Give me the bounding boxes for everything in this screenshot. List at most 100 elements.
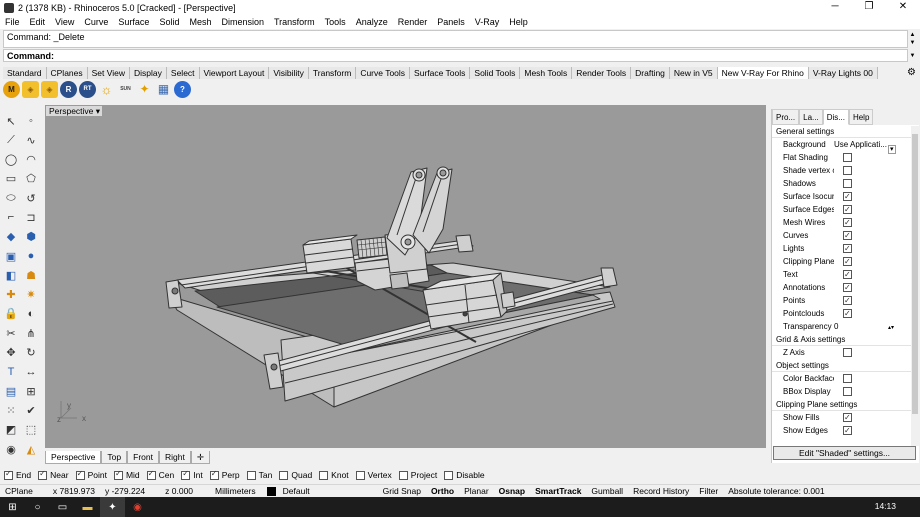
vray-options-icon[interactable]: M	[3, 80, 20, 98]
edit-shaded-settings-button[interactable]: Edit "Shaded" settings...	[773, 446, 916, 460]
osnap-disable-checkbox[interactable]	[444, 470, 454, 480]
background-select[interactable]: Use Applicati...▾	[834, 138, 904, 154]
close-button[interactable]: ✕	[886, 0, 920, 15]
tab-new-vray-for-rhino[interactable]: New V-Ray For Rhino	[717, 67, 809, 79]
file-explorer-icon[interactable]: ▬	[75, 497, 100, 517]
viewport-menu-arrow-icon[interactable]: ▾	[96, 106, 100, 116]
tab-select[interactable]: Select	[166, 67, 200, 79]
lights-checkbox[interactable]	[843, 242, 852, 255]
polyline-icon[interactable]: ⟋	[2, 131, 20, 149]
curve-icon[interactable]: ∿	[22, 131, 40, 149]
tab-curve-tools[interactable]: Curve Tools	[356, 67, 411, 79]
osnap-point-checkbox[interactable]	[75, 469, 85, 480]
units-label[interactable]: Millimeters	[210, 486, 261, 496]
transparency-spinner-icon[interactable]: ▴▾	[888, 325, 894, 331]
menu-solid[interactable]: Solid	[154, 17, 184, 27]
osnap-vertex-checkbox[interactable]	[355, 470, 365, 480]
surface-icon[interactable]: ◆	[2, 228, 20, 246]
menu-view[interactable]: View	[50, 17, 79, 27]
frame-buffer-icon[interactable]: ▦	[155, 81, 172, 98]
menu-surface[interactable]: Surface	[113, 17, 154, 27]
render-preview-icon[interactable]: ◉	[2, 440, 20, 458]
command-prompt[interactable]: Command:	[3, 49, 908, 62]
flat-shading-checkbox[interactable]	[843, 153, 852, 163]
command-dropdown-arrow[interactable]: ▼	[908, 50, 917, 62]
osnap-knot[interactable]: Knot	[319, 470, 349, 480]
menu-vray[interactable]: V-Ray	[470, 17, 505, 27]
tab-viewport-layout[interactable]: Viewport Layout	[199, 67, 270, 79]
osnap-quad[interactable]: Quad	[279, 470, 312, 480]
rt-render-icon[interactable]: RT	[79, 80, 96, 98]
osnap-vertex[interactable]: Vertex	[355, 470, 392, 480]
viewport-tab-right[interactable]: Right	[158, 451, 191, 464]
render-icon[interactable]: R	[60, 80, 77, 98]
polygon-icon[interactable]: ⬠	[22, 170, 40, 188]
material-editor-icon[interactable]: ◈	[22, 80, 39, 98]
task-view-icon[interactable]: ▭	[50, 497, 75, 517]
material-library-icon[interactable]: ◈	[41, 80, 58, 98]
analyze-icon[interactable]: ◩	[2, 421, 20, 439]
curves-checkbox[interactable]	[843, 229, 852, 242]
osnap-disable[interactable]: Disable	[444, 470, 485, 480]
pointclouds-checkbox[interactable]	[843, 307, 852, 320]
search-icon[interactable]: ○	[25, 497, 50, 517]
extrude-surface-icon[interactable]: ⬢	[22, 228, 40, 246]
menu-analyze[interactable]: Analyze	[351, 17, 393, 27]
grid-snap-toggle[interactable]: Grid Snap	[378, 486, 426, 496]
viewport-tab-top[interactable]: Top	[101, 451, 128, 464]
points-checkbox[interactable]	[843, 294, 852, 307]
osnap-project-checkbox[interactable]	[398, 470, 408, 480]
help-icon[interactable]: ?	[174, 80, 191, 98]
command-history-scrollbar[interactable]: ▲ ▼	[908, 31, 917, 48]
planar-toggle[interactable]: Planar	[459, 486, 494, 496]
bbox-display-checkbox[interactable]	[843, 387, 852, 397]
tab-standard[interactable]: Standard	[3, 67, 47, 79]
array-icon[interactable]: ⊞	[22, 382, 40, 400]
minimize-button[interactable]: ─	[818, 0, 852, 15]
show-fills-checkbox[interactable]	[843, 411, 852, 424]
freeform-icon[interactable]: ↺	[22, 189, 40, 207]
rotate-icon[interactable]: ↻	[22, 344, 40, 362]
perspective-viewport[interactable]: x z y	[45, 105, 766, 448]
ellipse-icon[interactable]: ⬭	[2, 189, 20, 207]
sun-icon[interactable]: ☼	[98, 81, 115, 98]
tab-mesh-tools[interactable]: Mesh Tools	[520, 67, 573, 79]
panel-scrollbar-thumb[interactable]	[912, 134, 918, 414]
osnap-near[interactable]: Near	[38, 469, 69, 480]
surface-isocurv-checkbox[interactable]	[843, 190, 852, 203]
annotations-checkbox[interactable]	[843, 281, 852, 294]
menu-edit[interactable]: Edit	[25, 17, 51, 27]
mesh-wires-checkbox[interactable]	[843, 216, 852, 229]
tab-solid-tools[interactable]: Solid Tools	[470, 67, 521, 79]
color-backfaces-checkbox[interactable]	[843, 374, 852, 384]
z-axis-checkbox[interactable]	[843, 348, 852, 358]
tab-drafting[interactable]: Drafting	[631, 67, 670, 79]
add-viewport-tab-icon[interactable]: ✛	[190, 451, 210, 464]
osnap-end[interactable]: End	[4, 469, 31, 480]
osnap-near-checkbox[interactable]	[38, 469, 48, 480]
trim-icon[interactable]: ✂	[2, 324, 20, 342]
osnap-int[interactable]: Int	[181, 469, 203, 480]
viewport-tab-perspective[interactable]: Perspective	[45, 451, 102, 464]
mesh-icon[interactable]: ◧	[2, 266, 20, 284]
draw-order-icon[interactable]: ⬚	[22, 421, 40, 439]
tab-surface-tools[interactable]: Surface Tools	[410, 67, 471, 79]
grid-dots-icon[interactable]: ⁙	[2, 401, 20, 419]
tab-transform[interactable]: Transform	[308, 67, 357, 79]
sun-light-icon[interactable]: SUN	[117, 81, 134, 98]
smarttrack-toggle[interactable]: SmartTrack	[530, 486, 586, 496]
text-checkbox[interactable]	[843, 268, 852, 281]
osnap-mid[interactable]: Mid	[113, 469, 140, 480]
explode-icon[interactable]: ✷	[22, 286, 40, 304]
rectangle-icon[interactable]: ▭	[2, 170, 20, 188]
check-icon[interactable]: ✔	[22, 401, 40, 419]
panel-tab-help[interactable]: Help	[848, 109, 874, 125]
osnap-mid-checkbox[interactable]	[113, 469, 123, 480]
fillet-curve-icon[interactable]: ⌐	[2, 208, 20, 226]
hide-icon[interactable]: ◐	[22, 305, 40, 323]
menu-transform[interactable]: Transform	[269, 17, 320, 27]
select-arrow-icon[interactable]: ↖	[2, 112, 20, 130]
osnap-knot-checkbox[interactable]	[319, 470, 329, 480]
menu-help[interactable]: Help	[504, 17, 533, 27]
menu-tools[interactable]: Tools	[320, 17, 351, 27]
